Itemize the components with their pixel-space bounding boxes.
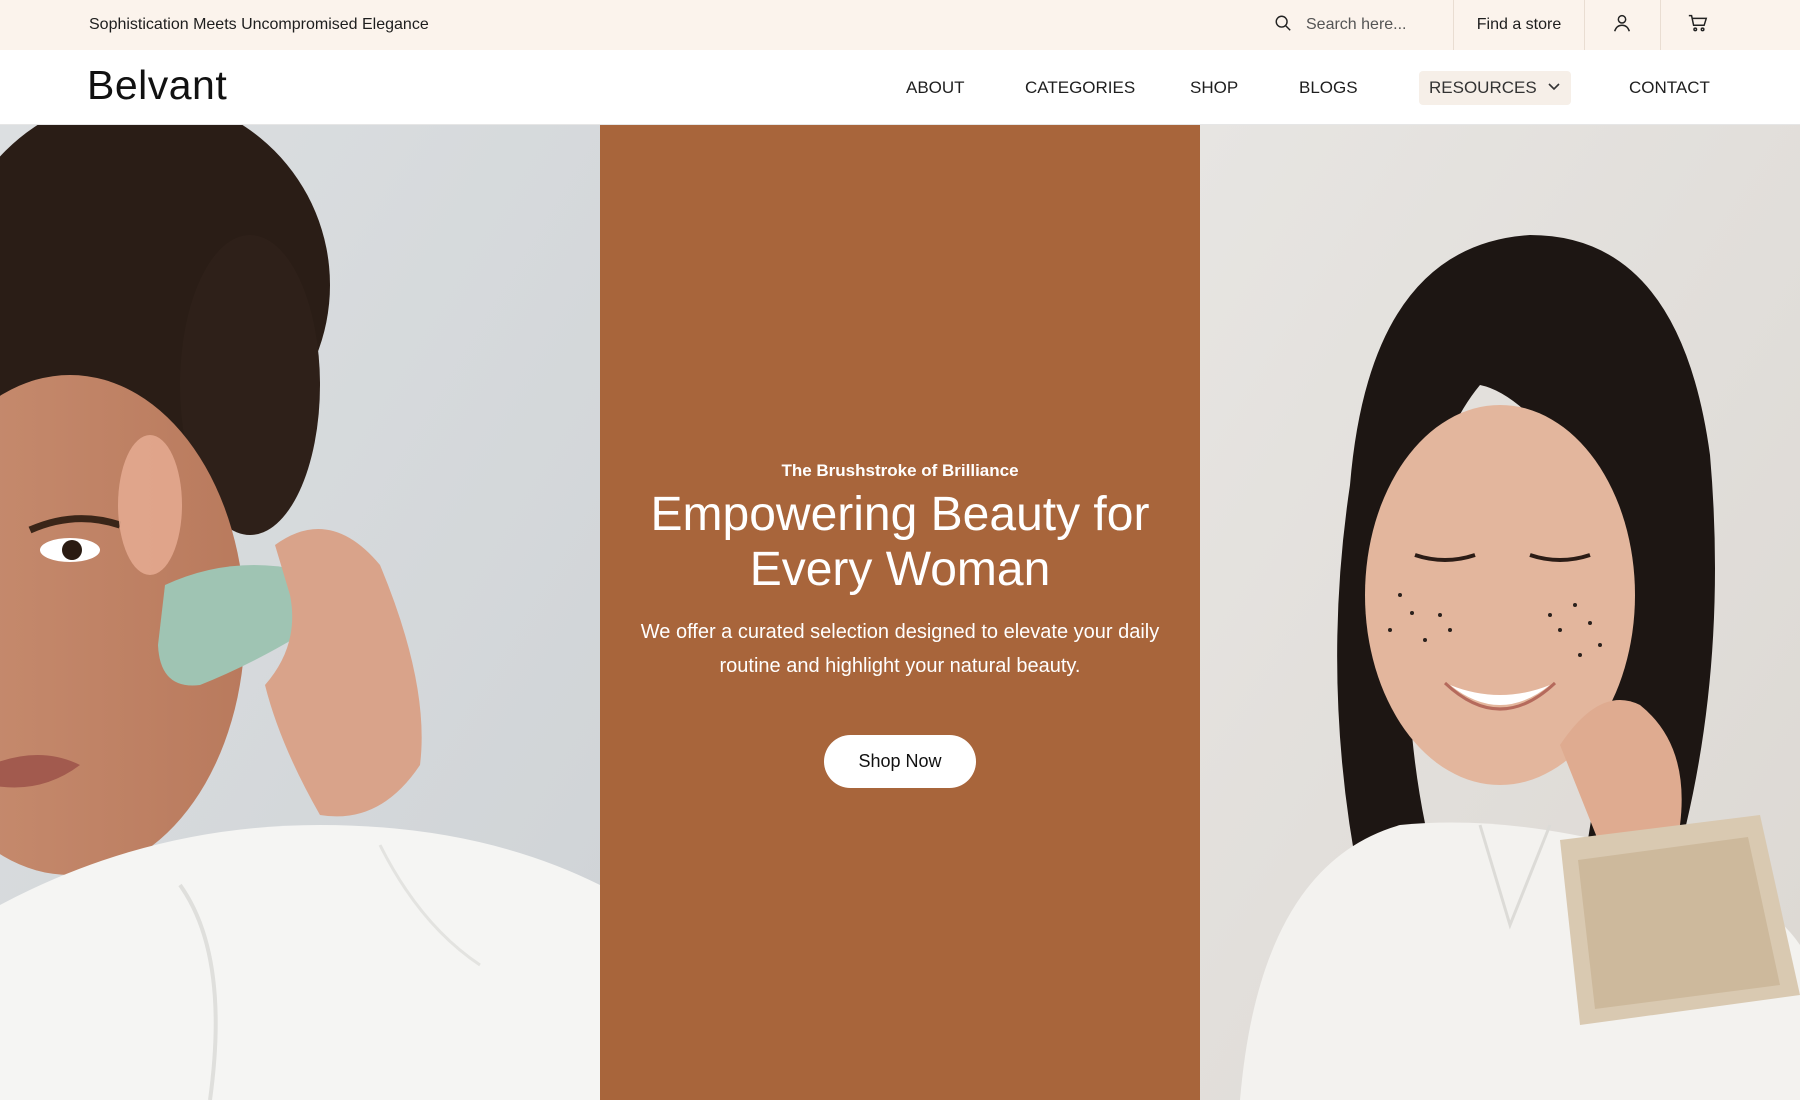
- nav-about[interactable]: ABOUT: [906, 71, 965, 105]
- top-bar: Sophistication Meets Uncompromised Elega…: [0, 0, 1800, 50]
- cart-icon: [1687, 12, 1709, 39]
- nav-resources-label: RESOURCES: [1429, 78, 1537, 97]
- search-input[interactable]: [1306, 16, 1446, 34]
- find-store-link[interactable]: Find a store: [1454, 0, 1584, 50]
- hero-image-left: [0, 125, 600, 1100]
- account-button[interactable]: [1584, 0, 1660, 50]
- hero-headline: Empowering Beauty for Every Woman: [650, 488, 1150, 596]
- nav-categories[interactable]: CATEGORIES: [1025, 71, 1135, 105]
- nav-contact[interactable]: CONTACT: [1629, 71, 1710, 105]
- tagline: Sophistication Meets Uncompromised Elega…: [89, 16, 429, 33]
- nav-resources[interactable]: RESOURCES: [1419, 71, 1571, 105]
- cart-button[interactable]: [1660, 0, 1736, 50]
- shop-now-button[interactable]: Shop Now: [824, 735, 976, 788]
- hero-subtext: We offer a curated selection designed to…: [640, 621, 1160, 677]
- search-box[interactable]: [1274, 0, 1454, 50]
- search-icon[interactable]: [1274, 14, 1292, 37]
- brand-logo[interactable]: Belvant: [87, 62, 227, 109]
- chevron-down-icon: [1537, 71, 1561, 105]
- hero-copy-panel: The Brushstroke of Brilliance Empowering…: [600, 125, 1200, 1100]
- hero-eyebrow: The Brushstroke of Brilliance: [781, 461, 1019, 480]
- nav-blogs[interactable]: BLOGS: [1299, 71, 1358, 105]
- hero-image-right: [1200, 125, 1800, 1100]
- user-icon: [1611, 12, 1633, 39]
- nav-shop[interactable]: SHOP: [1190, 71, 1238, 105]
- main-header: Belvant ABOUT CATEGORIES SHOP BLOGS RESO…: [0, 50, 1800, 125]
- hero-section: The Brushstroke of Brilliance Empowering…: [0, 125, 1800, 1100]
